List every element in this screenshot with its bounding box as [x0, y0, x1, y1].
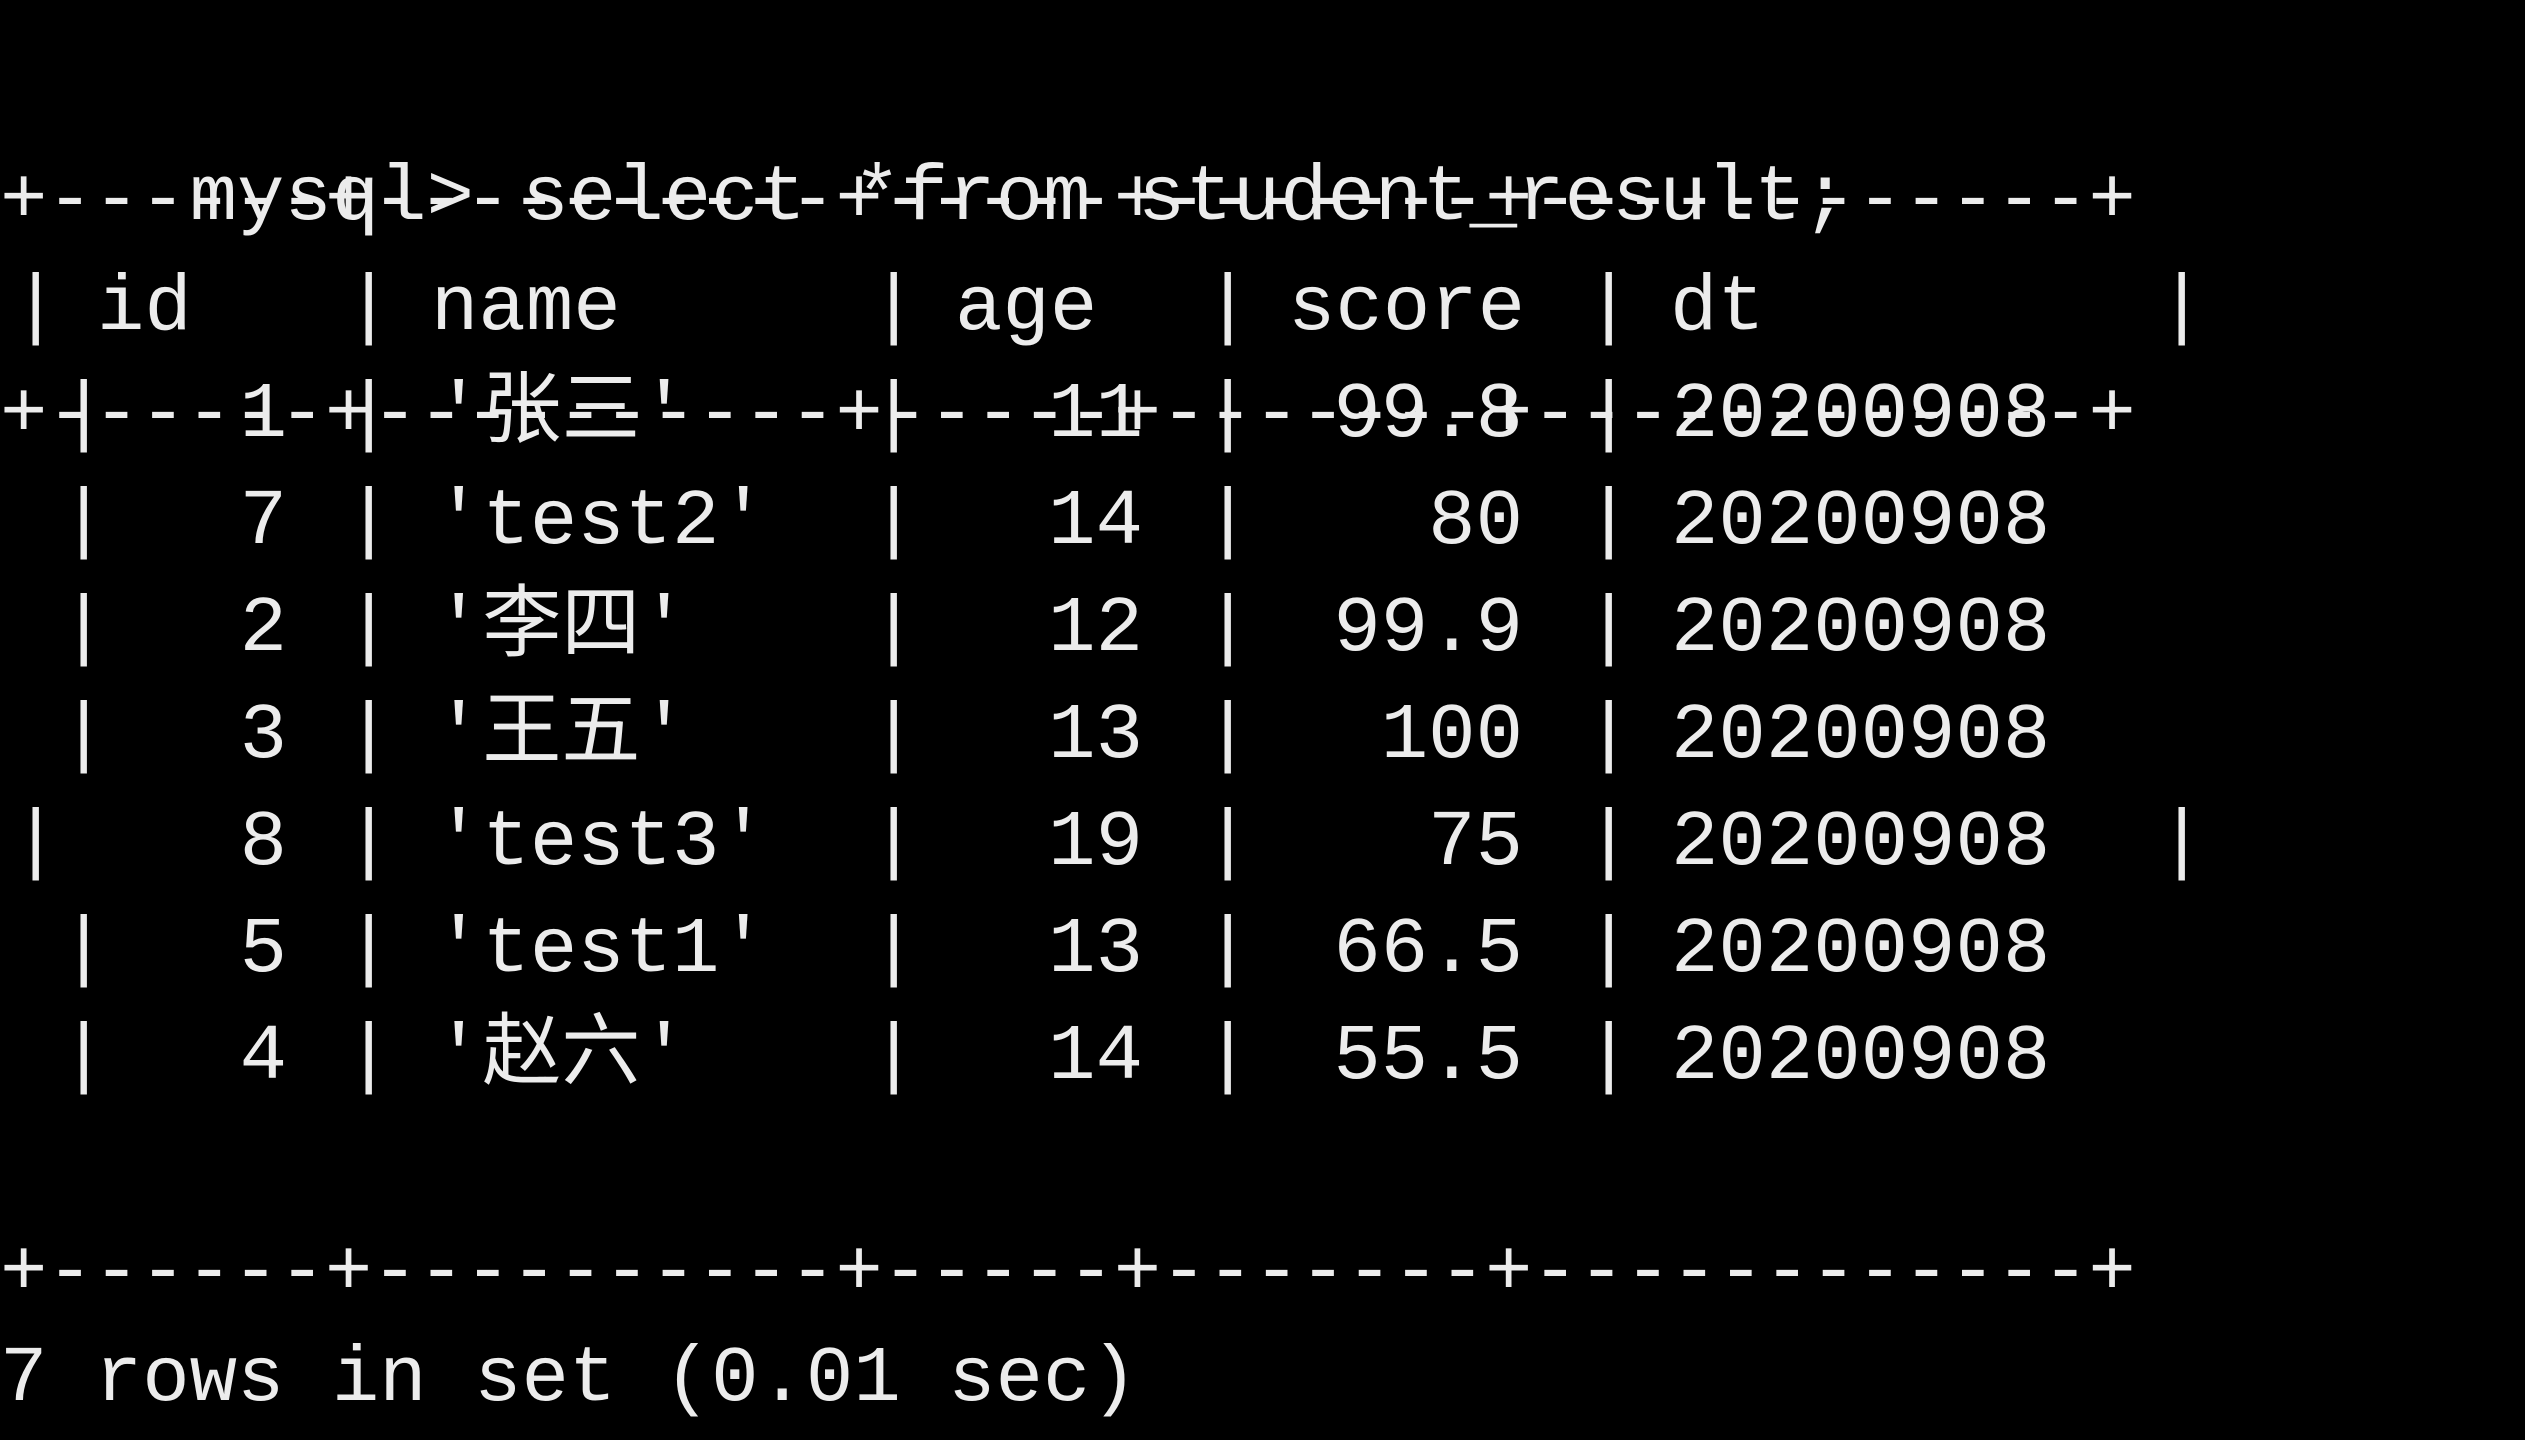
table-border: +------+----------+-----+-------+-------… — [0, 156, 2136, 246]
cell-dt: 20200908 — [1671, 798, 2051, 888]
cell-dt: 20200908 — [1671, 370, 2051, 460]
cell-score: 55.5 — [1333, 1012, 1523, 1102]
command-line: mysql> select *from student_result; — [0, 38, 1849, 243]
cell-dt: 20200908 — [1671, 477, 2051, 567]
cell-dt: 20200908 — [1671, 1012, 2051, 1102]
column-separator: | — [1585, 584, 1633, 674]
cell-dt: 20200908 — [1671, 584, 2051, 674]
column-separator: | — [2158, 263, 2206, 353]
column-separator: | — [1585, 691, 1633, 781]
cell-score: 75 — [1428, 798, 1523, 888]
column-separator: | — [1585, 905, 1633, 995]
result-footer: 7 rows in set (0.01 sec) — [0, 1334, 1138, 1424]
cell-score: 100 — [1380, 691, 1523, 781]
column-header-score: score — [1288, 263, 1526, 353]
cell-score: 99.8 — [1333, 370, 1523, 460]
cell-score: 66.5 — [1333, 905, 1523, 995]
column-header-id: id — [97, 263, 192, 353]
column-separator: | — [1585, 1012, 1633, 1102]
cell-score: 80 — [1428, 477, 1523, 567]
column-separator: | — [1204, 263, 1252, 353]
column-header-age: age — [955, 263, 1098, 353]
cell-dt: 20200908 — [1671, 691, 2051, 781]
cell-score: 99.9 — [1333, 584, 1523, 674]
column-separator: | — [345, 263, 393, 353]
column-separator: | — [1585, 798, 1633, 888]
column-separator: | — [12, 263, 60, 353]
column-separator: | — [1585, 263, 1633, 353]
column-separator: | — [870, 263, 918, 353]
column-header-name: name — [431, 263, 621, 353]
column-separator: | — [2158, 798, 2206, 888]
column-header-dt: dt — [1670, 263, 1765, 353]
column-separator: | — [1585, 370, 1633, 460]
cell-dt: 20200908 — [1671, 905, 2051, 995]
column-separator: | — [1585, 477, 1633, 567]
table-border: +------+----------+-----+-------+-------… — [0, 1228, 2136, 1318]
